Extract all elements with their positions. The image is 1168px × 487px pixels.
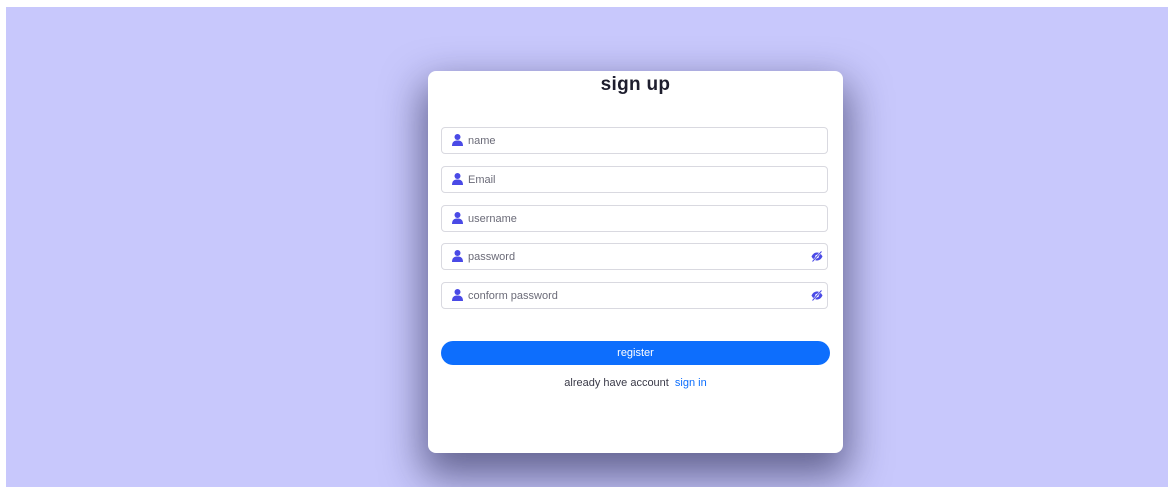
name-input[interactable] <box>468 128 798 153</box>
eye-slash-icon[interactable] <box>811 251 823 262</box>
signin-prompt-row: already have account sign in <box>428 377 843 389</box>
email-input[interactable] <box>468 167 798 192</box>
user-icon <box>452 250 463 262</box>
password-input[interactable] <box>468 244 798 269</box>
name-field[interactable] <box>441 127 828 154</box>
username-field[interactable] <box>441 205 828 232</box>
register-button[interactable]: register <box>441 341 830 365</box>
signin-link[interactable]: sign in <box>675 377 707 389</box>
signin-prompt-text: already have account <box>564 377 669 389</box>
confirm-password-input[interactable] <box>468 283 798 308</box>
user-icon <box>452 212 463 224</box>
username-input[interactable] <box>468 206 798 231</box>
user-icon <box>452 134 463 146</box>
form-title: sign up <box>600 74 671 95</box>
email-field[interactable] <box>441 166 828 193</box>
signup-card: sign up name Email username register alr… <box>428 71 843 453</box>
eye-slash-icon[interactable] <box>811 290 823 301</box>
confirm-password-field[interactable] <box>441 282 828 309</box>
page-background: sign up name Email username register alr… <box>6 7 1168 487</box>
user-icon <box>452 289 463 301</box>
password-field[interactable] <box>441 243 828 270</box>
user-icon <box>452 173 463 185</box>
